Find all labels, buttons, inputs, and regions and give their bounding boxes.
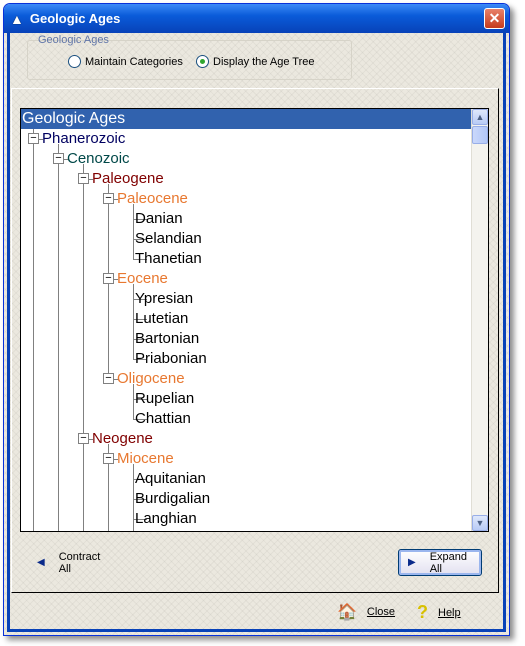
collapse-icon[interactable]: − [78,433,89,444]
button-label: All [429,562,442,575]
window-title: Geologic Ages [29,11,121,26]
tree-node[interactable]: Ypresian [135,289,193,309]
tree-node[interactable]: Miocene [117,449,174,469]
tree-node[interactable]: Burdigalian [135,489,210,509]
house-icon: 🏠 [337,604,357,621]
group-label: Geologic Ages [38,34,109,46]
tree-node[interactable]: Geologic Ages [21,109,472,129]
tree-node[interactable]: Bartonian [135,329,199,349]
radio-label: Display the Age Tree [213,55,315,68]
collapse-icon[interactable]: − [103,373,114,384]
radio-selected-icon [196,55,209,68]
window-close-button[interactable]: ✕ [484,8,505,29]
collapse-icon[interactable]: − [53,153,64,164]
tree-line [83,164,84,531]
tree-node[interactable]: Oligocene [117,369,185,389]
tree-node[interactable]: Priabonian [135,349,207,369]
help-label: Help [438,606,461,619]
tree-node[interactable]: Thanetian [135,249,202,269]
tree-node[interactable]: Chattian [135,409,191,429]
right-arrow-icon: ▶ [408,556,416,568]
vertical-scrollbar[interactable]: ▲ ▼ [471,109,488,531]
radio-maintain-categories[interactable]: Maintain Categories [68,55,183,68]
tree-node[interactable]: Eocene [117,269,168,289]
close-label: Close [366,606,396,618]
tree-node[interactable]: Neogene [92,429,153,449]
scroll-up-button[interactable]: ▲ [472,109,488,125]
tree-node[interactable]: Phanerozoic [42,129,125,149]
tree-line [58,144,59,531]
button-label: All [58,563,71,575]
button-label: Expand [429,550,468,563]
collapse-icon[interactable]: − [28,133,39,144]
tree-line [33,129,34,531]
collapse-icon[interactable]: − [103,453,114,464]
radio-icon [68,55,81,68]
radio-label: Maintain Categories [85,55,183,68]
help-button[interactable]: ? Help [417,602,461,623]
collapse-icon[interactable]: − [103,273,114,284]
tree-node[interactable]: Lutetian [135,309,188,329]
tree-node[interactable]: Cenozoic [67,149,130,169]
title-bar: ▲ Geologic Ages [4,4,509,33]
collapse-icon[interactable]: − [103,193,114,204]
left-arrow-icon: ◀ [37,557,45,568]
tree-node[interactable]: Paleocene [117,189,188,209]
scroll-thumb[interactable] [472,126,488,144]
tree-line [133,204,134,259]
question-mark-icon: ? [417,602,428,622]
tree-line [133,384,134,419]
expand-all-button[interactable]: ▶ Expand All [398,549,482,576]
close-button[interactable]: 🏠 Close [337,602,395,622]
tree-node[interactable]: Rupelian [135,389,194,409]
tree-node[interactable]: Aquitanian [135,469,206,489]
tree-node[interactable]: Selandian [135,229,202,249]
tree-node[interactable]: Langhian [135,509,197,529]
scroll-down-button[interactable]: ▼ [472,515,488,531]
tree-line [133,464,134,531]
collapse-icon[interactable]: − [78,173,89,184]
button-label: Contract [58,551,101,563]
triangle-icon: ▲ [10,10,24,27]
tree-node[interactable]: Paleogene [92,169,164,189]
tree-line [133,284,134,359]
contract-all-button[interactable]: ◀ Contract All [37,550,100,576]
radio-display-age-tree[interactable]: Display the Age Tree [196,55,315,68]
tree-node[interactable]: Danian [135,209,183,229]
age-tree[interactable]: Geologic Ages − Phanerozoic − Cenozoic − Paleo… [20,108,489,532]
